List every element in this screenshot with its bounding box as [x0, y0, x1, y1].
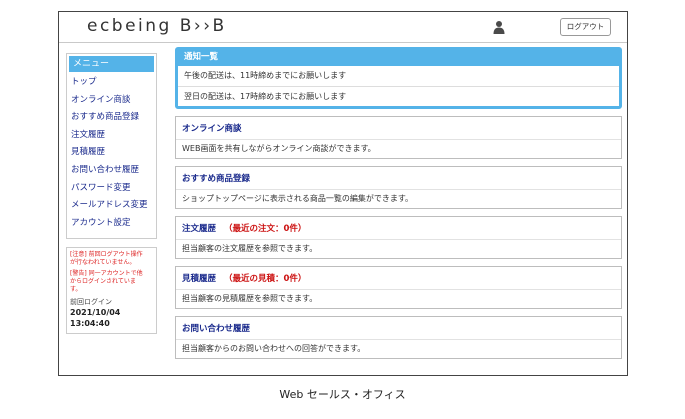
main-content: 通知一覧 午後の配送は、11時締めまでにお願いします 翌日の配送は、17時締めま… [175, 47, 622, 359]
card-description: 担当顧客からのお問い合わせへの回答ができます。 [182, 344, 366, 353]
announcement-row: 午後の配送は、11時締めまでにお願いします [184, 71, 347, 80]
card-title-link[interactable]: 見積履歴 （最近の見積：0件） [182, 272, 615, 286]
notice-caution-line: が行なわれていません。 [70, 259, 136, 267]
card-title: オンライン商談 [182, 124, 242, 134]
sidebar-item-account-settings[interactable]: アカウント設定 [67, 215, 156, 233]
menu-title: メニュー [69, 56, 154, 72]
header: ecbeing B››B ログアウト [59, 12, 627, 43]
card-quote-history: 見積履歴 （最近の見積：0件） 担当顧客の見積履歴を参照できます。 [175, 266, 622, 309]
logout-button[interactable]: ログアウト [560, 18, 611, 36]
sidebar-item-quote-history[interactable]: 見積履歴 [67, 144, 156, 162]
last-login-time: 2021/10/04 13:04:40 [70, 308, 121, 329]
card-title: 注文履歴 [182, 224, 217, 234]
sidebar-item-online-meeting[interactable]: オンライン商談 [67, 92, 156, 110]
user-icon[interactable] [493, 20, 505, 34]
sidebar-item-email-change[interactable]: メールアドレス変更 [67, 197, 156, 215]
card-title-link[interactable]: オンライン商談 [182, 122, 615, 136]
card-title: おすすめ商品登録 [182, 174, 251, 184]
sidebar-item-inquiry-history[interactable]: お問い合わせ履歴 [67, 162, 156, 180]
card-description: WEB画面を共有しながらオンライン商談ができます。 [182, 144, 376, 153]
card-description: 担当顧客の注文履歴を参照できます。 [182, 244, 318, 253]
sidebar-item-password-change[interactable]: パスワード変更 [67, 180, 156, 198]
notice-warning-line: す。 [70, 286, 82, 294]
card-recommended-products: おすすめ商品登録 ショップトップページに表示される商品一覧の編集ができます。 [175, 166, 622, 209]
caption: Web セールス・オフィス [279, 388, 406, 401]
announcement-row: 翌日の配送は、17時締めまでにお願いします [178, 86, 619, 106]
card-title-link[interactable]: おすすめ商品登録 [182, 172, 615, 186]
recent-orders-count: （最近の注文：0件） [224, 224, 307, 234]
card-order-history: 注文履歴 （最近の注文：0件） 担当顧客の注文履歴を参照できます。 [175, 216, 622, 259]
login-notice-box: [注意] 前回ログアウト操作 が行なわれていません。 [警告] 同一アカウントで… [66, 247, 157, 335]
notice-warning-line: からログインされていま [70, 278, 136, 286]
card-title-link[interactable]: 注文履歴 （最近の注文：0件） [182, 222, 615, 236]
card-description: ショップトップページに表示される商品一覧の編集ができます。 [182, 194, 414, 203]
app-window: ecbeing B››B ログアウト メニュー トップ オンライン商談 おすすめ… [58, 11, 628, 376]
card-title: 見積履歴 [182, 274, 217, 284]
recent-quotes-count: （最近の見積：0件） [224, 274, 307, 284]
card-title: お問い合わせ履歴 [182, 324, 251, 334]
sidebar-item-recommended-products[interactable]: おすすめ商品登録 [67, 109, 156, 127]
announcement-panel: 通知一覧 午後の配送は、11時締めまでにお願いします 翌日の配送は、17時締めま… [175, 47, 622, 109]
announcement-title: 通知一覧 [178, 50, 619, 66]
sidebar-menu: メニュー トップ オンライン商談 おすすめ商品登録 注文履歴 見積履歴 お問い合… [66, 53, 157, 240]
card-title-link[interactable]: お問い合わせ履歴 [182, 322, 615, 336]
last-login-label: 前回ログイン [70, 298, 112, 307]
logo: ecbeing B››B [87, 16, 227, 36]
card-inquiry-history: お問い合わせ履歴 担当顧客からのお問い合わせへの回答ができます。 [175, 316, 622, 359]
card-description: 担当顧客の見積履歴を参照できます。 [182, 294, 318, 303]
sidebar-item-top[interactable]: トップ [67, 74, 156, 92]
sidebar-item-order-history[interactable]: 注文履歴 [67, 127, 156, 145]
card-online-meeting: オンライン商談 WEB画面を共有しながらオンライン商談ができます。 [175, 116, 622, 159]
sidebar: メニュー トップ オンライン商談 おすすめ商品登録 注文履歴 見積履歴 お問い合… [66, 53, 157, 335]
